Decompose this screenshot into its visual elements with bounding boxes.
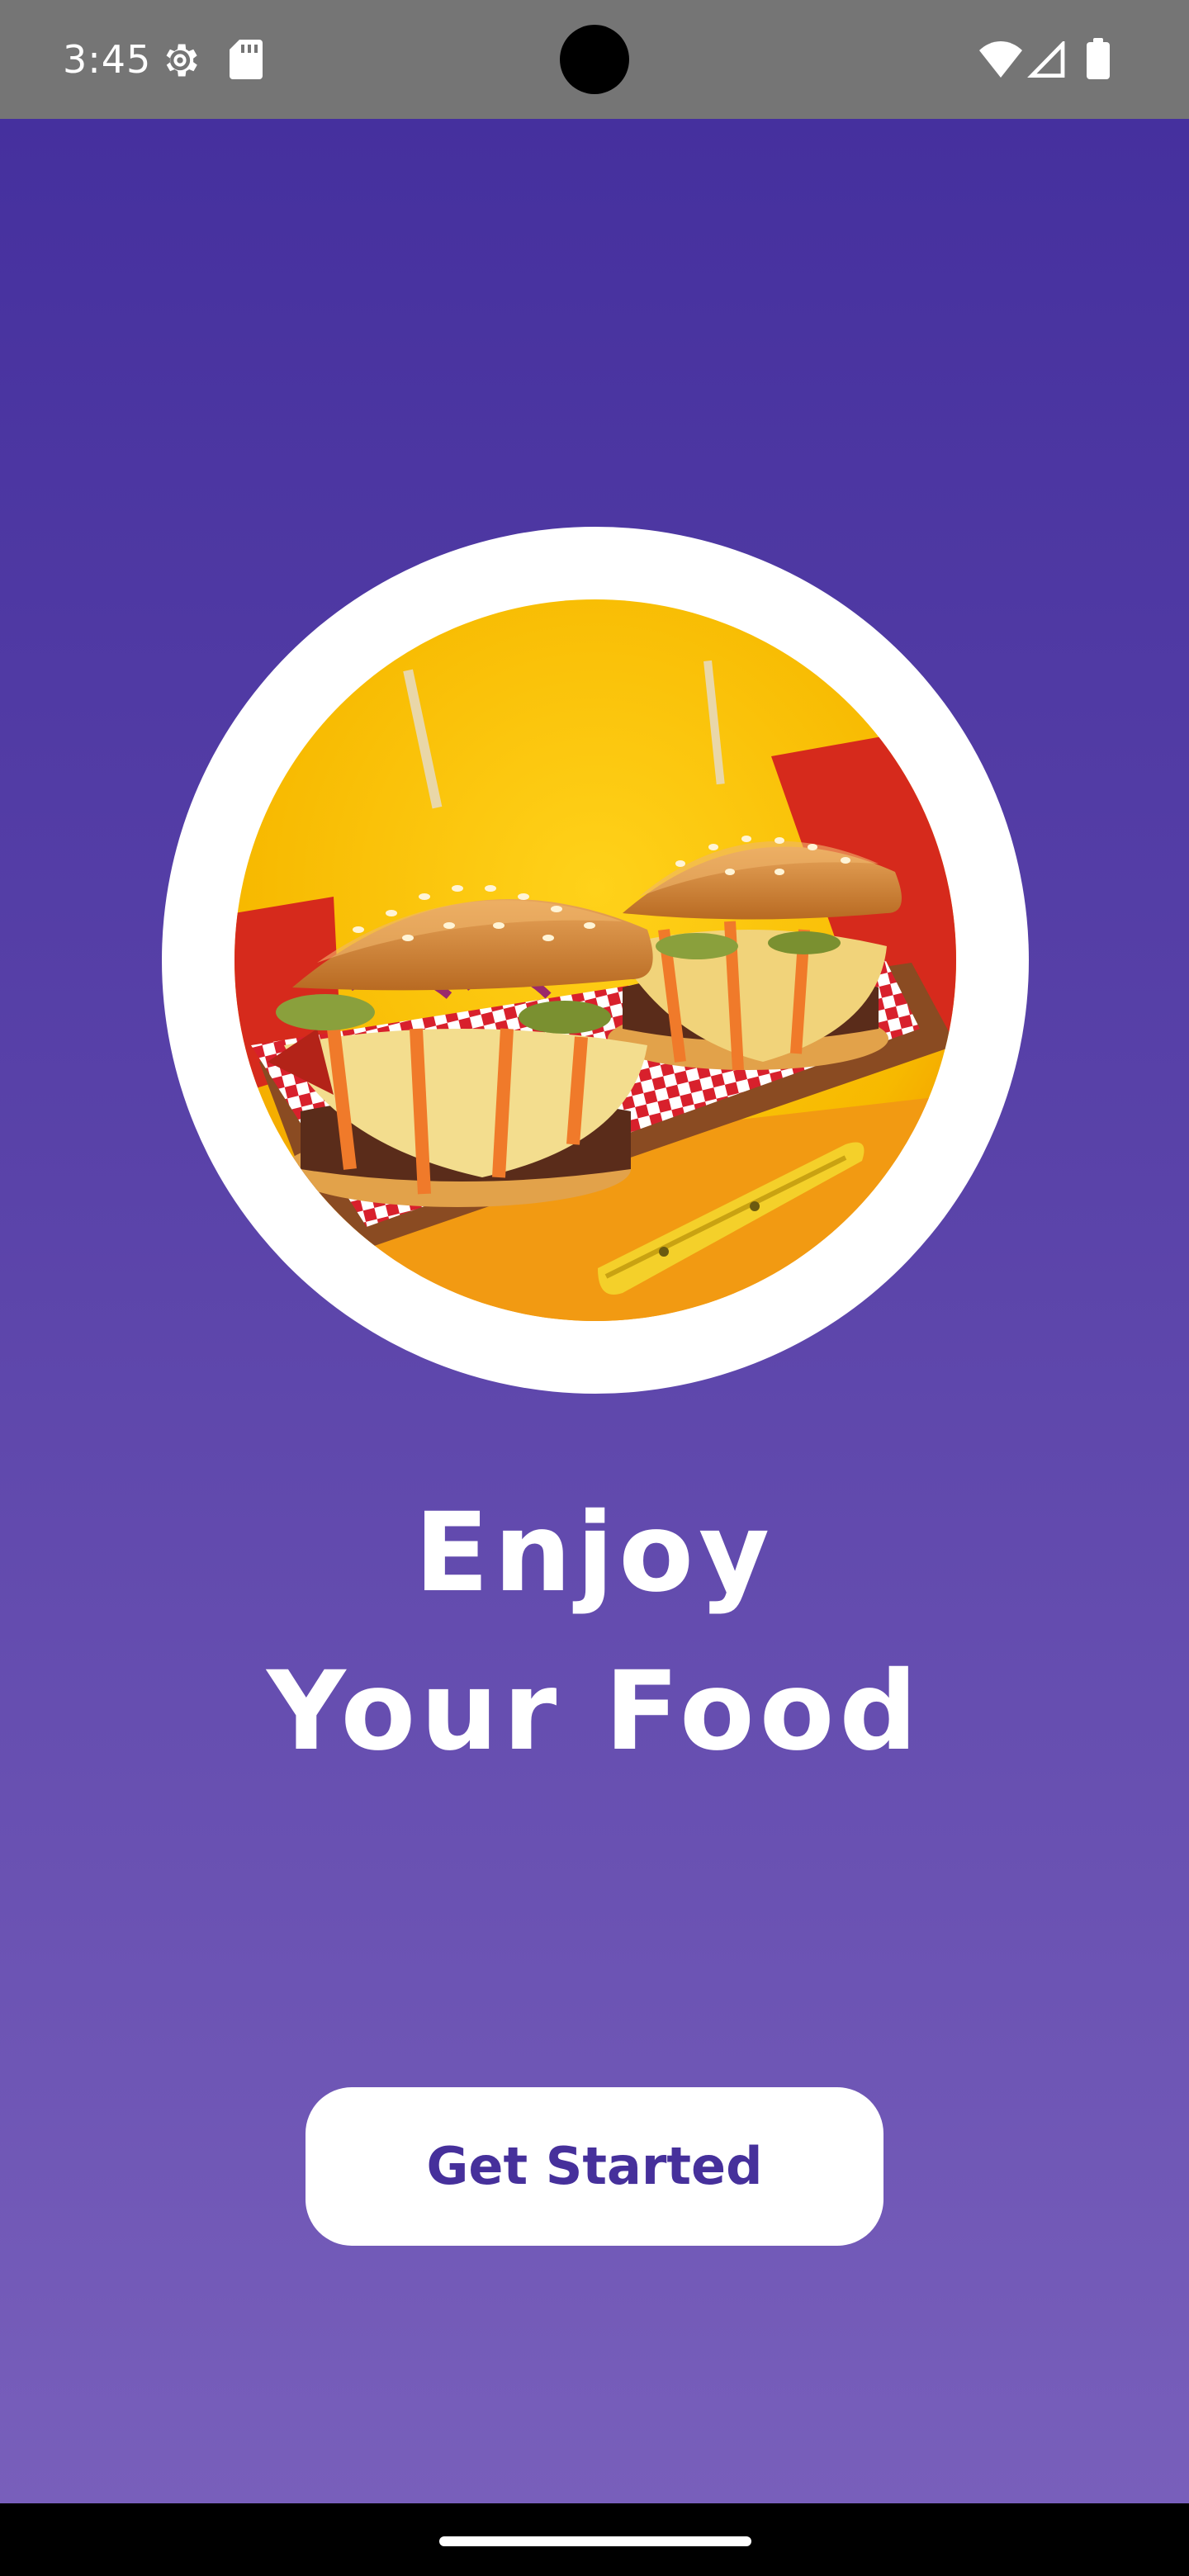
sdcard-icon xyxy=(230,40,263,79)
burgers-photo xyxy=(234,599,956,1321)
burgers-illustration xyxy=(234,599,956,1321)
hero-ring xyxy=(162,527,1029,1394)
status-time: 3:45 xyxy=(63,37,152,82)
main-content: Enjoy Your Food Get Started xyxy=(0,119,1189,2503)
status-bar: 3:45 xyxy=(0,0,1189,119)
wifi-icon xyxy=(979,41,1022,78)
camera-cutout xyxy=(560,25,629,94)
battery-icon xyxy=(1087,38,1110,79)
signal-icon xyxy=(1027,41,1065,78)
onboarding-screen: 3:45 Enjoy Your Food Get Started xyxy=(0,0,1189,2576)
settings-icon xyxy=(166,44,197,77)
navigation-bar xyxy=(0,2503,1189,2576)
get-started-button[interactable]: Get Started xyxy=(306,2087,883,2246)
home-indicator[interactable] xyxy=(439,2536,751,2546)
headline-line-1: Enjoy xyxy=(414,1489,775,1617)
headline-line-2: Your Food xyxy=(267,1648,922,1775)
